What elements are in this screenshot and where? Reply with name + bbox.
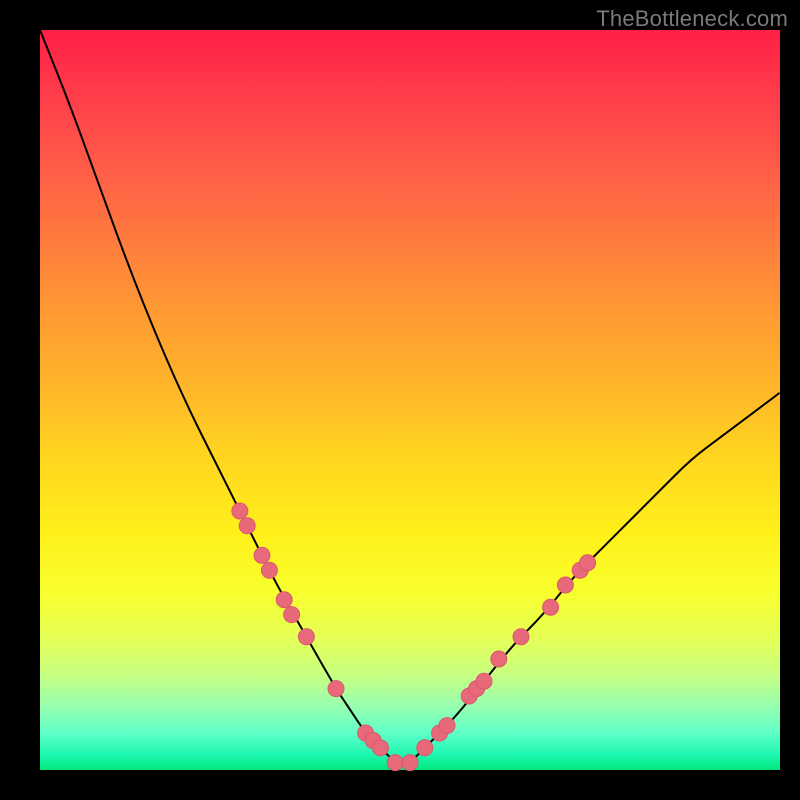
data-marker	[254, 547, 270, 563]
data-marker	[276, 592, 292, 608]
data-marker	[491, 651, 507, 667]
data-marker	[284, 607, 300, 623]
data-marker	[439, 718, 455, 734]
attribution-label: TheBottleneck.com	[596, 6, 788, 32]
data-marker	[513, 629, 529, 645]
data-marker	[387, 755, 403, 771]
chart-frame: TheBottleneck.com	[0, 0, 800, 800]
data-marker	[402, 755, 418, 771]
plot-area	[40, 30, 780, 770]
data-marker	[476, 673, 492, 689]
data-marker	[372, 740, 388, 756]
data-marker	[232, 503, 248, 519]
data-marker	[580, 555, 596, 571]
chart-svg	[40, 30, 780, 770]
bottleneck-curve	[40, 30, 780, 763]
data-marker	[328, 681, 344, 697]
markers-group	[232, 503, 596, 771]
data-marker	[239, 518, 255, 534]
data-marker	[298, 629, 314, 645]
data-marker	[417, 740, 433, 756]
data-marker	[261, 562, 277, 578]
data-marker	[557, 577, 573, 593]
data-marker	[543, 599, 559, 615]
